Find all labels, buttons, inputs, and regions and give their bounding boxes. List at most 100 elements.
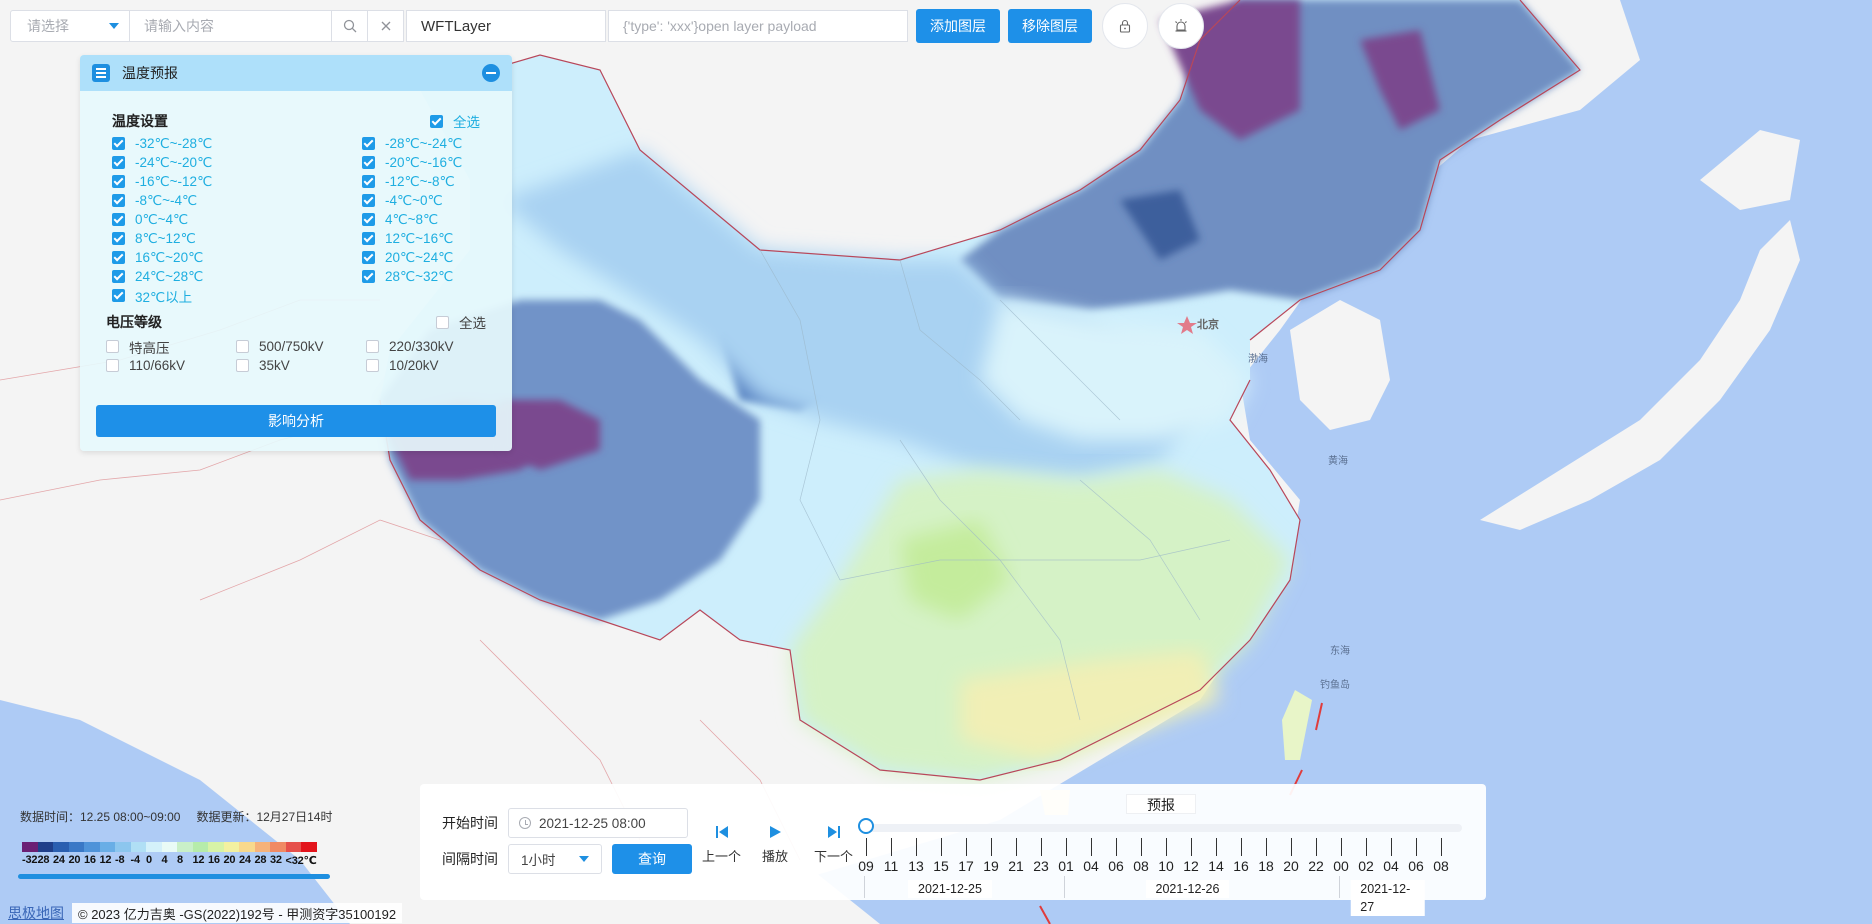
clear-button[interactable] xyxy=(368,10,404,42)
map-logo[interactable]: 思极地图 xyxy=(0,903,72,923)
volt-section-title: 电压等级 xyxy=(106,314,162,330)
temp-range-label: -12℃~-8℃ xyxy=(385,173,455,189)
temp-range-checkbox[interactable]: 0℃~4℃ xyxy=(112,211,362,228)
search-input[interactable]: 请输入内容 xyxy=(130,10,332,42)
remove-layer-button[interactable]: 移除图层 xyxy=(1008,9,1092,43)
timeline-tick xyxy=(966,838,967,856)
legend-label: <32℃ xyxy=(285,855,317,867)
temp-range-checkbox[interactable]: -20℃~-16℃ xyxy=(362,154,512,171)
timeline-thumb[interactable] xyxy=(858,818,874,834)
timeline-date-label: 2021-12-27 xyxy=(1350,880,1425,916)
temp-range-label: 0℃~4℃ xyxy=(135,211,189,227)
prev-label: 上一个 xyxy=(702,849,742,864)
temperature-legend: -32 28 24 20 16 12 -8 -4 0 4 8 12 16 20 24 28 32 <32℃ xyxy=(22,842,332,867)
beijing-label: 北京 xyxy=(1197,319,1219,331)
timeline-tick-label: 04 xyxy=(1083,858,1099,874)
diaoyu-label: 钓鱼岛 xyxy=(1320,680,1350,691)
temp-range-checkbox[interactable]: -4℃~0℃ xyxy=(362,192,512,209)
temp-range-checkbox[interactable]: -8℃~-4℃ xyxy=(112,192,362,209)
temp-range-checkbox[interactable]: -32℃~-28℃ xyxy=(112,135,362,152)
interval-select[interactable]: 1小时 xyxy=(508,844,602,874)
voltage-level-checkbox[interactable]: 500/750kV xyxy=(236,338,366,355)
checkbox-icon xyxy=(436,315,449,329)
legend-label: 24 xyxy=(53,854,65,866)
legend-label: 16 xyxy=(208,854,220,866)
timeline-date-label: 2021-12-25 xyxy=(908,880,992,898)
timeline-tick-label: 08 xyxy=(1433,858,1449,874)
timeline-tick xyxy=(1391,838,1392,856)
alarm-button[interactable] xyxy=(1158,3,1204,49)
checkbox-icon xyxy=(106,359,119,372)
temp-range-checkbox[interactable]: -16℃~-12℃ xyxy=(112,173,362,190)
timeline-tick-label: 17 xyxy=(958,858,974,874)
play-button[interactable]: 播放 xyxy=(762,824,788,865)
timeline-tick-label: 11 xyxy=(883,858,899,874)
temp-range-label: 12℃~16℃ xyxy=(385,230,454,246)
legend-scrollbar[interactable] xyxy=(18,874,330,879)
checkbox-icon xyxy=(366,359,379,372)
timeline-tick-label: 19 xyxy=(983,858,999,874)
timeline-tick-label: 04 xyxy=(1383,858,1399,874)
impact-analysis-button[interactable]: 影响分析 xyxy=(96,405,496,437)
temp-range-checkbox[interactable]: 24℃~28℃ xyxy=(112,268,362,285)
start-time-input[interactable]: 2021-12-25 08:00 xyxy=(508,808,688,838)
checkbox-icon xyxy=(112,194,125,207)
layer-name-input[interactable]: WFTLayer xyxy=(406,10,606,42)
next-button[interactable]: 下一个 xyxy=(814,824,853,865)
temp-select-all-label: 全选 xyxy=(453,115,480,130)
timeline-tick xyxy=(991,838,992,856)
legend-swatch xyxy=(239,842,255,852)
lock-button[interactable] xyxy=(1102,3,1148,49)
collapse-icon[interactable] xyxy=(482,64,500,82)
timeline-tick-label: 13 xyxy=(908,858,924,874)
temp-range-checkbox[interactable]: 20℃~24℃ xyxy=(362,249,512,266)
timeline-tick xyxy=(1191,838,1192,856)
checkbox-icon xyxy=(112,289,125,302)
checkbox-icon xyxy=(362,251,375,264)
temp-range-checkbox[interactable]: -12℃~-8℃ xyxy=(362,173,512,190)
timeline-tick-label: 12 xyxy=(1183,858,1199,874)
legend-swatch xyxy=(115,842,131,852)
temp-range-checkbox[interactable]: -28℃~-24℃ xyxy=(362,135,512,152)
temp-range-label: 24℃~28℃ xyxy=(135,268,204,284)
checkbox-icon xyxy=(112,213,125,226)
layer-payload-input[interactable]: {'type': 'xxx'}open layer payload xyxy=(608,10,908,42)
voltage-level-checkbox[interactable]: 10/20kV xyxy=(366,357,496,374)
layer-type-select-placeholder: 请选择 xyxy=(27,18,69,34)
temp-range-checkbox[interactable]: 4℃~8℃ xyxy=(362,211,512,228)
panel-header: 温度预报 xyxy=(80,55,512,91)
timeline-track[interactable] xyxy=(862,824,1462,832)
skip-forward-icon xyxy=(827,826,840,838)
voltage-level-checkbox[interactable]: 特高压 xyxy=(106,338,236,356)
temp-select-all[interactable]: 全选 xyxy=(430,111,480,131)
play-label: 播放 xyxy=(762,849,789,864)
voltage-level-checkbox[interactable]: 110/66kV xyxy=(106,357,236,374)
volt-select-all[interactable]: 全选 xyxy=(436,312,486,332)
list-icon xyxy=(92,64,110,82)
panel-title-group: 温度预报 xyxy=(92,63,178,83)
temp-range-checkbox[interactable]: 28℃~32℃ xyxy=(362,268,512,285)
interval-label: 间隔时间 xyxy=(442,851,498,867)
prev-button[interactable]: 上一个 xyxy=(702,824,741,865)
add-layer-button[interactable]: 添加图层 xyxy=(916,9,1000,43)
checkbox-icon xyxy=(112,232,125,245)
voltage-level-checkbox[interactable]: 220/330kV xyxy=(366,338,496,355)
voltage-level-checkbox[interactable]: 35kV xyxy=(236,357,366,374)
legend-swatch xyxy=(130,842,146,852)
query-button[interactable]: 查询 xyxy=(612,844,692,874)
timeline-tick-label: 09 xyxy=(858,858,874,874)
timeline-tick xyxy=(1366,838,1367,856)
timeline-tick xyxy=(1016,838,1017,856)
timeline-tick xyxy=(866,838,867,856)
temp-range-checkbox[interactable]: 12℃~16℃ xyxy=(362,230,512,247)
temp-range-checkbox[interactable]: -24℃~-20℃ xyxy=(112,154,362,171)
temp-range-checkbox[interactable]: 8℃~12℃ xyxy=(112,230,362,247)
search-button[interactable] xyxy=(332,10,368,42)
legend-swatch xyxy=(53,842,69,852)
layer-type-select[interactable]: 请选择 xyxy=(10,10,130,42)
temp-range-checkbox[interactable]: 32℃以上 xyxy=(112,287,362,305)
legend-label: 20 xyxy=(223,854,236,866)
play-icon xyxy=(770,826,781,838)
legend-swatch xyxy=(161,842,177,852)
temp-range-checkbox[interactable]: 16℃~20℃ xyxy=(112,249,362,266)
